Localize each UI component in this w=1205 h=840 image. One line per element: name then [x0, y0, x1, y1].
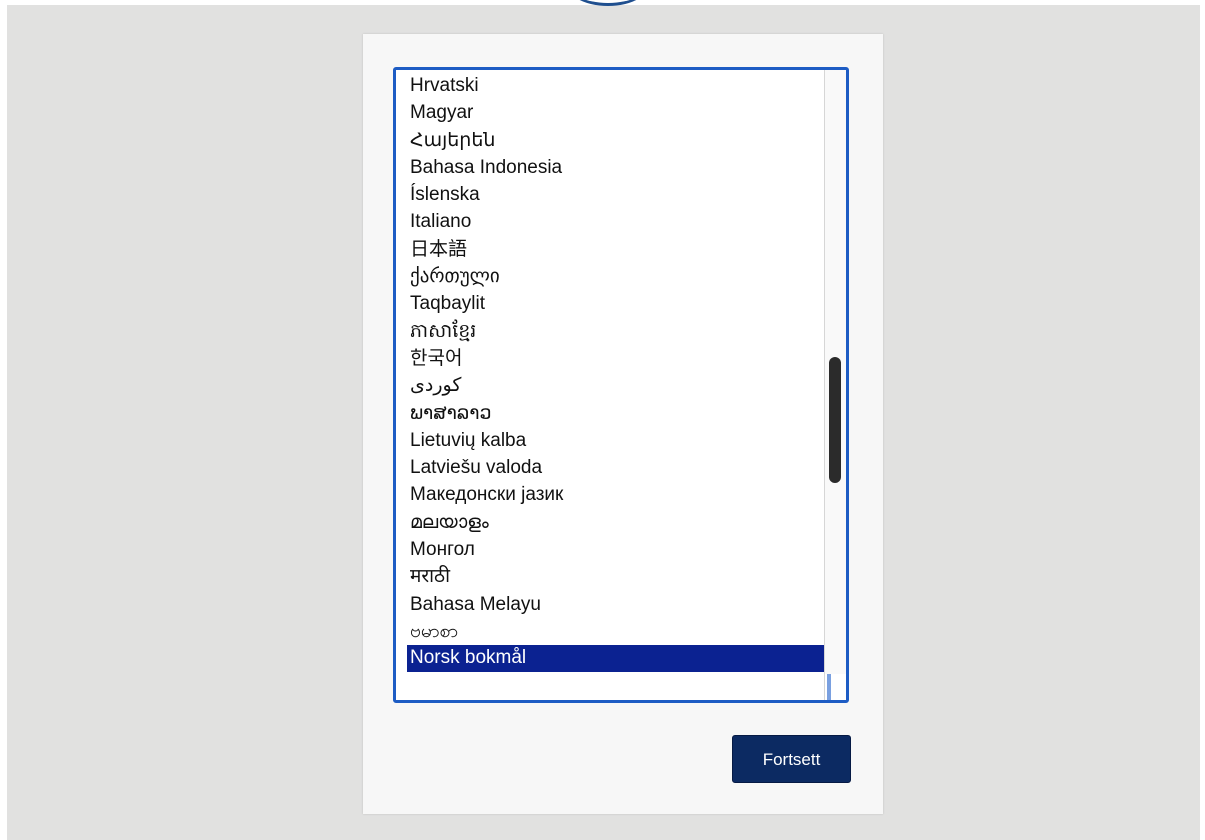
language-option[interactable]: ພາສາລາວ — [396, 400, 824, 427]
language-option[interactable]: Latviešu valoda — [396, 454, 824, 481]
language-option[interactable]: Bahasa Indonesia — [396, 154, 824, 181]
language-option[interactable]: ភាសាខ្មែរ — [396, 318, 824, 345]
language-option[interactable]: Bahasa Melayu — [396, 591, 824, 618]
language-option[interactable]: Íslenska — [396, 181, 824, 208]
language-option[interactable]: Монгол — [396, 536, 824, 563]
language-option[interactable]: Magyar — [396, 99, 824, 126]
language-option[interactable]: Italiano — [396, 208, 824, 235]
language-option[interactable]: 한국어 — [396, 345, 824, 372]
language-option-selected[interactable]: Norsk bokmål — [407, 645, 824, 673]
language-option[interactable]: ქართული — [396, 263, 824, 290]
language-option[interactable]: Hrvatski — [396, 72, 824, 99]
language-option[interactable]: മലയാളം — [396, 509, 824, 536]
continue-button[interactable]: Fortsett — [732, 735, 851, 783]
language-option[interactable]: मराठी — [396, 563, 824, 590]
language-listbox[interactable]: Hrvatski Magyar Հայերեն Bahasa Indonesia… — [393, 67, 849, 703]
language-option[interactable]: Հայերեն — [396, 127, 824, 154]
language-option[interactable]: Taqbaylit — [396, 290, 824, 317]
list-scrollbar[interactable] — [824, 70, 846, 700]
language-list-items: Hrvatski Magyar Հայերեն Bahasa Indonesia… — [396, 70, 824, 700]
scrollbar-thumb[interactable] — [829, 357, 841, 483]
language-option[interactable]: کوردی — [396, 372, 824, 399]
language-option[interactable]: Македонски јазик — [396, 481, 824, 508]
scrollbar-corner — [825, 674, 846, 700]
language-option[interactable]: Lietuvių kalba — [396, 427, 824, 454]
language-selection-panel: Hrvatski Magyar Հայերեն Bahasa Indonesia… — [363, 34, 883, 814]
language-option[interactable]: ဗမာစာ — [396, 618, 824, 645]
language-option[interactable]: 日本語 — [396, 236, 824, 263]
